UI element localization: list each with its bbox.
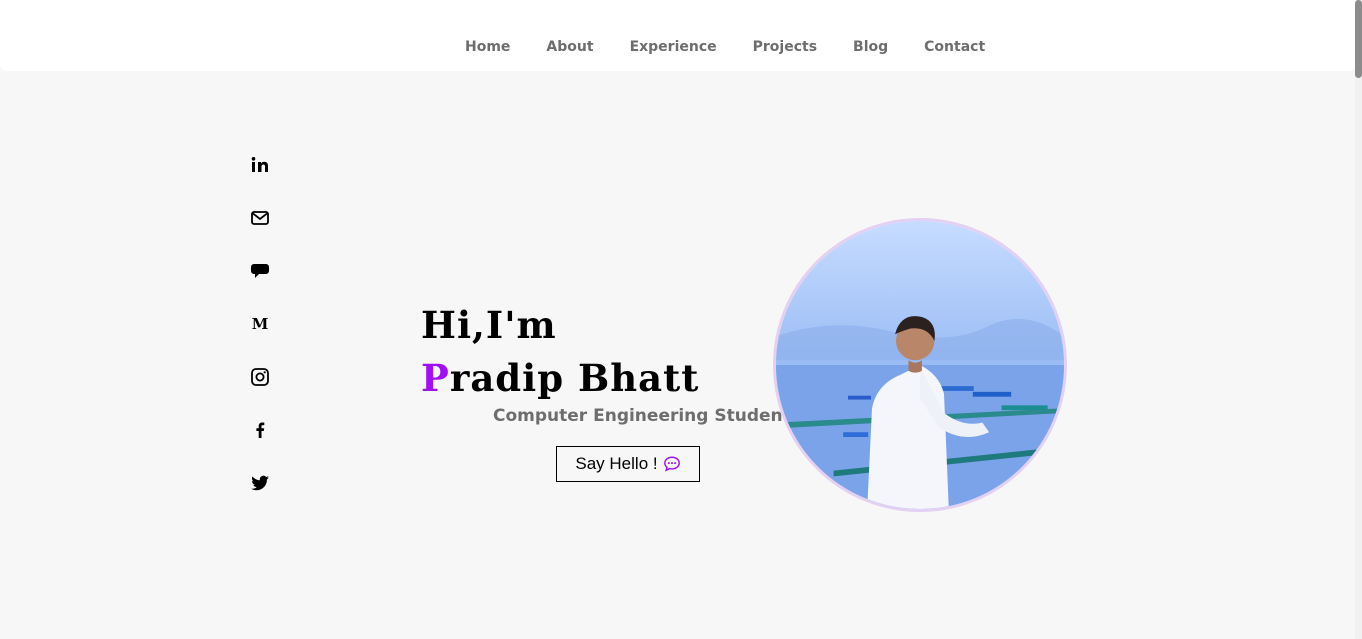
- medium-glyph: M: [251, 315, 269, 333]
- top-navbar: Home About Experience Projects Blog Cont…: [0, 0, 1355, 71]
- say-hello-button[interactable]: Say Hello !: [556, 446, 700, 482]
- nav-blog[interactable]: Blog: [853, 39, 888, 55]
- hero-subtitle: Computer Engineering Student: [493, 406, 791, 426]
- medium-icon[interactable]: M: [248, 312, 272, 336]
- name-rest: radip: [449, 356, 565, 400]
- social-links: M: [248, 153, 272, 524]
- mail-icon[interactable]: [248, 206, 272, 230]
- linkedin-icon[interactable]: [248, 153, 272, 177]
- name-last: Bhatt: [577, 356, 700, 400]
- hero-greeting: Hi,I'm: [421, 303, 557, 347]
- nav-about[interactable]: About: [546, 39, 593, 55]
- scrollbar-thumb[interactable]: [1355, 0, 1362, 78]
- instagram-icon[interactable]: [248, 365, 272, 389]
- main-nav: Home About Experience Projects Blog Cont…: [447, 39, 1003, 55]
- scrollbar[interactable]: [1355, 0, 1362, 639]
- profile-photo: [773, 218, 1067, 512]
- twitter-icon[interactable]: [248, 471, 272, 495]
- name-first-letter: P: [421, 356, 450, 400]
- facebook-icon[interactable]: [248, 418, 272, 442]
- nav-home[interactable]: Home: [465, 39, 510, 55]
- hero-name: Pradip Bhatt: [421, 356, 699, 400]
- chat-bubble-icon[interactable]: [248, 259, 272, 283]
- nav-experience[interactable]: Experience: [630, 39, 717, 55]
- say-hello-label: Say Hello !: [575, 454, 658, 473]
- chat-icon: [663, 455, 681, 473]
- nav-contact[interactable]: Contact: [924, 39, 985, 55]
- nav-projects[interactable]: Projects: [753, 39, 817, 55]
